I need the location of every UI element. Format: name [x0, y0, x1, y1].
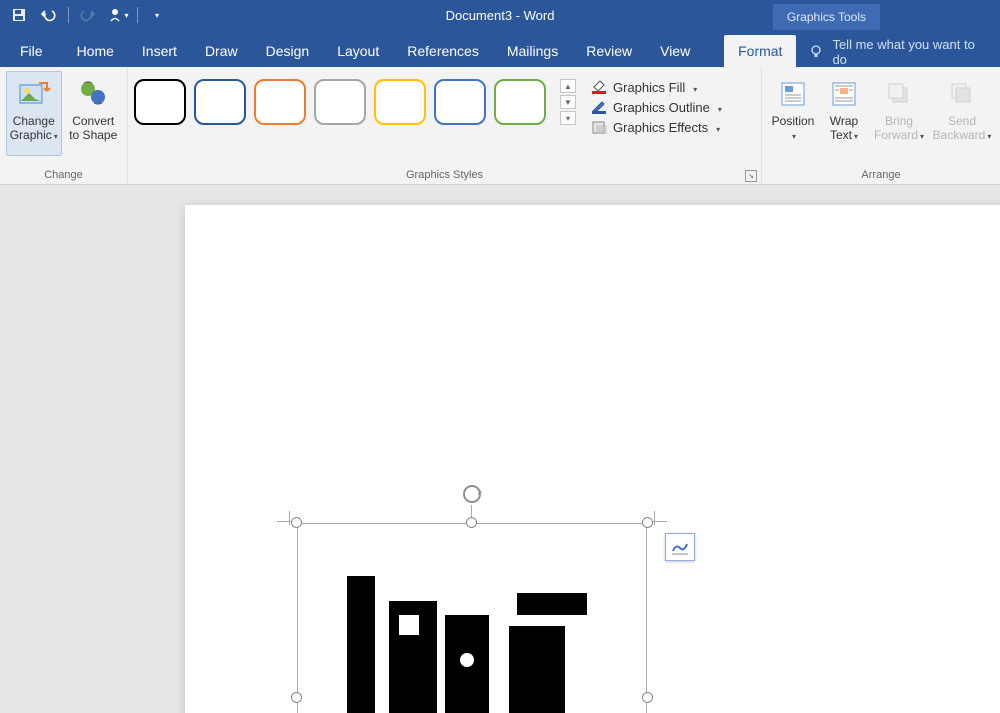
style-swatch-7[interactable] — [494, 79, 546, 125]
handle-top-middle[interactable] — [466, 517, 477, 528]
effects-icon — [590, 119, 608, 135]
graphics-effects-button[interactable]: Graphics Effects — [586, 117, 726, 137]
ribbon: Change Graphic Convert to Shape Change — [0, 67, 1000, 185]
rotate-icon — [461, 483, 483, 505]
convert-to-shape-icon — [78, 76, 108, 112]
wrap-text-icon — [830, 76, 858, 112]
change-graphic-label: Change Graphic — [10, 114, 58, 144]
style-swatch-6[interactable] — [434, 79, 486, 125]
change-graphic-icon — [17, 76, 51, 112]
save-button[interactable] — [8, 4, 30, 26]
convert-to-shape-label: Convert to Shape — [69, 114, 117, 142]
tell-me-search[interactable]: Tell me what you want to do — [808, 37, 992, 67]
group-label-change: Change — [0, 167, 127, 184]
position-icon — [779, 76, 807, 112]
position-button[interactable]: Position — [768, 71, 818, 156]
undo-button[interactable] — [38, 4, 60, 26]
gallery-scroll-up[interactable]: ▲ — [560, 79, 576, 93]
position-label: Position — [772, 114, 815, 128]
books-icon — [337, 573, 607, 713]
handle-top-left[interactable] — [291, 517, 302, 528]
tab-mailings[interactable]: Mailings — [493, 35, 572, 67]
handle-top-right[interactable] — [642, 517, 653, 528]
gallery-more-button[interactable]: ▾ — [560, 111, 576, 125]
send-backward-button[interactable]: Send Backward — [932, 71, 992, 156]
send-backward-icon — [948, 76, 976, 112]
graphics-style-gallery: ▲ ▼ ▾ — [134, 71, 578, 125]
layout-options-icon — [670, 538, 690, 556]
group-label-arrange: Arrange — [762, 167, 1000, 184]
document-area[interactable] — [0, 185, 1000, 713]
tab-insert[interactable]: Insert — [128, 35, 191, 67]
tab-format[interactable]: Format — [724, 35, 796, 67]
bring-forward-button[interactable]: Bring Forward — [870, 71, 928, 156]
lightbulb-icon — [808, 44, 824, 60]
redo-button[interactable] — [77, 4, 99, 26]
title-bar: ▾ ▾ Document3 - Word Graphics Tools — [0, 0, 1000, 30]
bring-forward-label: Bring Forward — [874, 114, 918, 142]
gallery-scroll-down[interactable]: ▼ — [560, 95, 576, 109]
touch-mode-button[interactable]: ▾ — [107, 4, 129, 26]
qat-customize-button[interactable]: ▾ — [146, 4, 168, 26]
group-label-styles: Graphics Styles — [406, 169, 483, 181]
context-tab-graphics-tools: Graphics Tools — [773, 4, 880, 30]
style-swatch-5[interactable] — [374, 79, 426, 125]
ribbon-tabs: File Home Insert Draw Design Layout Refe… — [0, 30, 1000, 67]
tab-draw[interactable]: Draw — [191, 35, 252, 67]
tab-view[interactable]: View — [646, 35, 704, 67]
tab-home[interactable]: Home — [63, 35, 128, 67]
wrap-text-button[interactable]: Wrap Text — [822, 71, 866, 156]
handle-middle-right[interactable] — [642, 692, 653, 703]
style-swatch-4[interactable] — [314, 79, 366, 125]
change-graphic-button[interactable]: Change Graphic — [6, 71, 62, 156]
rotate-handle[interactable] — [461, 483, 483, 505]
convert-to-shape-button[interactable]: Convert to Shape — [66, 71, 122, 156]
tell-me-label: Tell me what you want to do — [832, 37, 992, 67]
style-swatch-1[interactable] — [134, 79, 186, 125]
layout-options-button[interactable] — [665, 533, 695, 561]
graphics-effects-label: Graphics Effects — [613, 120, 708, 135]
graphics-fill-button[interactable]: Graphics Fill — [586, 77, 726, 97]
handle-middle-left[interactable] — [291, 692, 302, 703]
tab-design[interactable]: Design — [252, 35, 324, 67]
tab-layout[interactable]: Layout — [323, 35, 393, 67]
tab-references[interactable]: References — [393, 35, 493, 67]
graphics-outline-button[interactable]: Graphics Outline — [586, 97, 726, 117]
pen-outline-icon — [590, 99, 608, 115]
tab-file[interactable]: File — [8, 35, 63, 67]
style-swatch-2[interactable] — [194, 79, 246, 125]
selected-graphic[interactable] — [297, 523, 647, 713]
paint-bucket-icon — [590, 79, 608, 95]
document-title: Document3 - Word — [446, 8, 555, 23]
bring-forward-icon — [885, 76, 913, 112]
send-backward-label: Send Backward — [933, 114, 986, 142]
style-swatch-3[interactable] — [254, 79, 306, 125]
graphics-fill-label: Graphics Fill — [613, 80, 685, 95]
graphics-outline-label: Graphics Outline — [613, 100, 710, 115]
styles-dialog-launcher[interactable]: ↘ — [745, 170, 757, 182]
quick-access-toolbar: ▾ ▾ — [0, 4, 168, 26]
tab-review[interactable]: Review — [572, 35, 646, 67]
